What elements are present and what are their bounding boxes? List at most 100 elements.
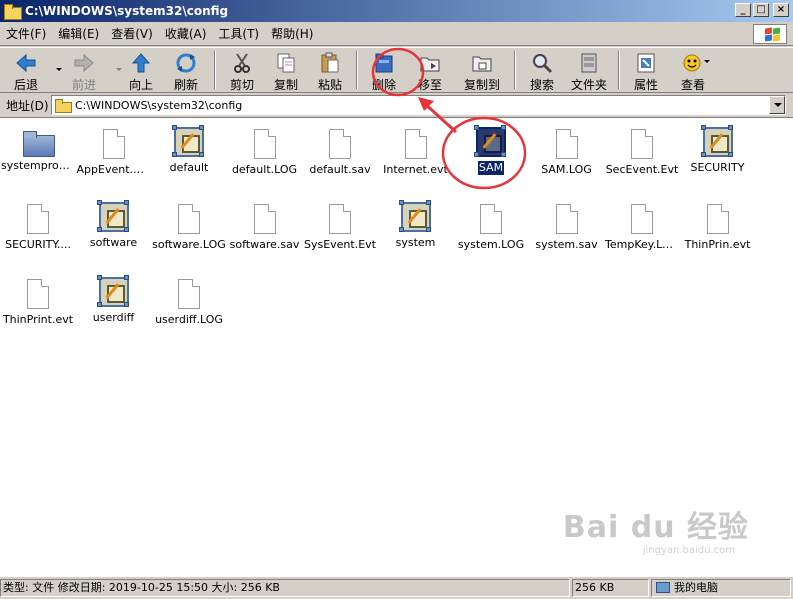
forward-button[interactable]: 前进 — [62, 48, 122, 92]
file-item[interactable]: userdiff — [76, 273, 152, 343]
hive-corner — [96, 227, 102, 232]
file-name: software — [89, 236, 138, 249]
address-dropdown-button[interactable] — [769, 96, 785, 114]
registry-hive-icon — [96, 275, 129, 307]
views-button[interactable]: 查看 — [668, 48, 718, 92]
document-icon — [555, 129, 578, 159]
toolbar-separator — [214, 51, 216, 89]
address-input[interactable]: C:\WINDOWS\system32\config — [51, 95, 786, 115]
refresh-label: 刷新 — [173, 78, 198, 92]
menu-favorites[interactable]: 收藏(A) — [159, 23, 213, 45]
properties-button[interactable]: 属性 — [624, 48, 668, 92]
hive-corner — [123, 200, 129, 205]
copy-to-label: 复制到 — [463, 78, 500, 92]
file-name: systemprofile — [1, 159, 76, 172]
views-dropdown-icon[interactable] — [704, 60, 710, 63]
folders-button[interactable]: 文件夹 — [564, 48, 614, 92]
file-item[interactable]: SAM — [453, 123, 529, 193]
hive-corner — [425, 227, 431, 232]
document-icon — [631, 129, 653, 159]
file-name: userdiff.LOG — [155, 313, 223, 326]
file-item[interactable]: software.LOG — [151, 198, 227, 268]
file-item[interactable]: userdiff.LOG — [151, 273, 227, 343]
status-size: 256 KB — [572, 579, 649, 597]
file-item[interactable]: SAM.LOG — [529, 123, 605, 193]
refresh-button[interactable]: 刷新 — [162, 48, 210, 92]
hive-corner — [501, 152, 506, 157]
registry-hive-icon — [172, 125, 204, 157]
hive-corner — [398, 227, 404, 232]
file-item[interactable]: ThinPrint.evt — [0, 273, 76, 343]
file-name: SAM — [476, 160, 506, 176]
up-button[interactable]: 向上 — [120, 48, 162, 92]
delete-icon — [373, 52, 395, 74]
menu-file[interactable]: 文件(F) — [0, 23, 52, 45]
back-button[interactable]: 后退 — [4, 48, 62, 92]
copy-button[interactable]: 复制 — [264, 48, 308, 92]
file-item[interactable]: TempKey.LOG — [604, 198, 680, 268]
folder-icon — [23, 131, 55, 157]
title-bar[interactable]: C:\WINDOWS\system32\config _ □ × — [0, 0, 793, 22]
window-title: C:\WINDOWS\system32\config — [25, 4, 229, 18]
my-computer-icon — [656, 581, 670, 593]
minimize-button[interactable]: _ — [735, 3, 751, 17]
search-icon — [531, 52, 553, 74]
file-item[interactable]: systemprofile — [0, 123, 76, 193]
file-item[interactable]: Internet.evt — [378, 123, 454, 193]
folder-icon — [55, 99, 72, 113]
views-label: 查看 — [680, 78, 705, 92]
hive-corner — [398, 200, 404, 205]
maximize-button[interactable]: □ — [753, 3, 769, 17]
menu-tools[interactable]: 工具(T) — [212, 23, 265, 45]
move-to-label: 移至 — [417, 78, 442, 92]
cut-button[interactable]: 剪切 — [220, 48, 264, 92]
delete-button[interactable]: 删除 — [362, 48, 406, 92]
search-button[interactable]: 搜索 — [520, 48, 564, 92]
copy-to-button[interactable]: 复制到 — [454, 48, 510, 92]
properties-label: 属性 — [633, 78, 658, 92]
file-item[interactable]: default.sav — [302, 123, 378, 193]
file-name: SECURITY.... — [5, 238, 71, 251]
hive-corner — [727, 125, 733, 130]
file-item[interactable]: system.LOG — [453, 198, 529, 268]
document-icon — [178, 279, 200, 309]
delete-label: 删除 — [371, 78, 396, 92]
hive-corner — [474, 125, 479, 130]
forward-label: 前进 — [71, 78, 96, 92]
file-item[interactable]: SysEvent.Evt — [302, 198, 378, 268]
status-info: 类型: 文件 修改日期: 2019-10-25 15:50 大小: 256 KB — [0, 579, 570, 597]
file-name: default.sav — [309, 163, 371, 176]
file-item[interactable]: software — [76, 198, 152, 268]
folder-icon — [4, 4, 22, 20]
menu-view[interactable]: 查看(V) — [105, 23, 159, 45]
watermark-url: jingyan.baidu.com — [642, 545, 735, 556]
move-to-button[interactable]: 移至 — [406, 48, 454, 92]
file-item[interactable]: SECURITY — [680, 123, 756, 193]
cut-label: 剪切 — [229, 78, 254, 92]
file-item[interactable]: SecEvent.Evt — [604, 123, 680, 193]
file-item[interactable]: default.LOG — [227, 123, 303, 193]
file-item[interactable]: default — [151, 123, 227, 193]
file-item[interactable]: system — [378, 198, 454, 268]
close-button[interactable]: × — [773, 3, 789, 17]
file-item[interactable]: SECURITY.... — [0, 198, 76, 268]
file-list-view[interactable]: Bai du 经验 jingyan.baidu.com systemprofil… — [0, 117, 793, 576]
file-item[interactable]: AppEvent.Evt — [76, 123, 152, 193]
hive-corner — [96, 302, 102, 307]
back-label: 后退 — [13, 78, 38, 92]
toolbar-separator — [356, 51, 358, 89]
paste-button[interactable]: 粘贴 — [308, 48, 352, 92]
file-item[interactable]: software.sav — [227, 198, 303, 268]
menu-help[interactable]: 帮助(H) — [265, 23, 319, 45]
menu-edit[interactable]: 编辑(E) — [52, 23, 105, 45]
properties-icon — [635, 52, 657, 74]
move-to-folder-icon — [419, 52, 441, 74]
folders-label: 文件夹 — [570, 78, 607, 92]
file-name: SAM.LOG — [541, 163, 592, 176]
hive-corner — [172, 125, 177, 130]
folders-icon — [578, 52, 600, 74]
file-item[interactable]: ThinPrin.evt — [680, 198, 756, 268]
file-name: SECURITY — [690, 161, 745, 174]
file-item[interactable]: system.sav — [529, 198, 605, 268]
hive-corner — [123, 227, 129, 232]
